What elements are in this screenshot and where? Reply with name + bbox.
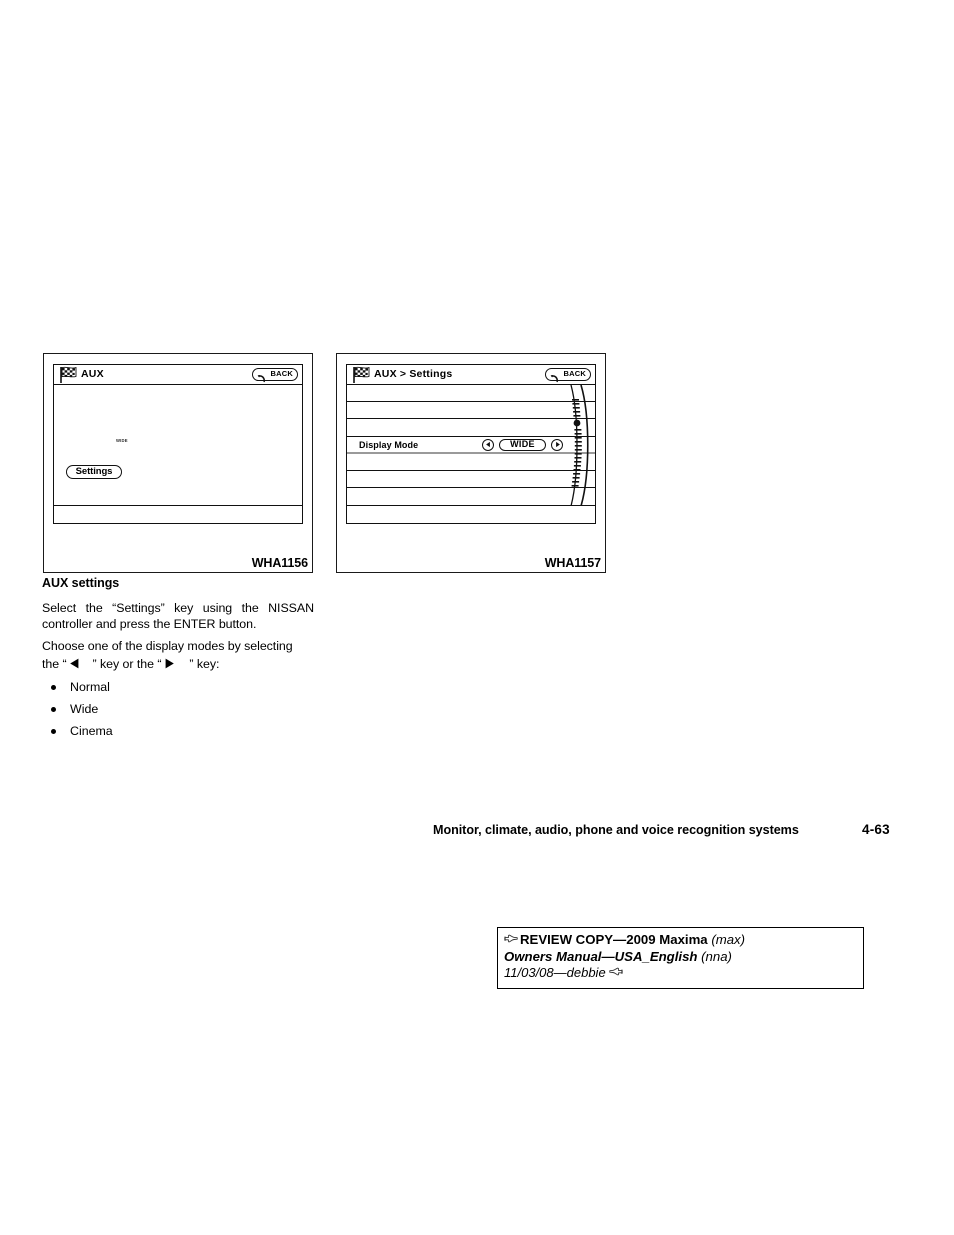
back-arrow-icon — [550, 370, 559, 383]
back-arrow-icon — [257, 370, 266, 383]
display-mode-options-list: Normal Wide Cinema — [42, 676, 314, 742]
choose-prefix: the “ — [42, 656, 67, 671]
list-row[interactable] — [347, 454, 595, 471]
footer-page-number: 4-63 — [862, 822, 890, 837]
review-manual-paren: (nna) — [701, 948, 732, 964]
figure-code-wha1157: WHA1157 — [544, 556, 601, 570]
footer-chapter-title: Monitor, climate, audio, phone and voice… — [433, 823, 799, 837]
right-arrow-icon — [163, 658, 175, 674]
left-arrow-icon — [69, 658, 81, 674]
aux-screen-title: AUX — [81, 368, 104, 380]
back-button[interactable]: BACK — [252, 367, 298, 383]
back-button-label: BACK — [563, 369, 586, 379]
display-mode-label: Display Mode — [359, 440, 419, 451]
list-item: Cinema — [42, 720, 314, 742]
review-copy-box: REVIEW COPY—2009 Maxima (max) Owners Man… — [497, 927, 864, 989]
left-arrow-key[interactable] — [482, 438, 494, 451]
review-title-caps: REVIEW COPY—2009 Maxima — [520, 932, 708, 947]
list-row[interactable] — [347, 402, 595, 420]
list-row[interactable] — [347, 471, 595, 489]
aux-flag-icon — [351, 366, 373, 384]
aux-flag-icon — [58, 366, 80, 384]
settings-device-screen: AUX > Settings BACK Display Mode WIDE — [346, 364, 596, 524]
review-line-2: Owners Manual—USA_English (nna) — [504, 949, 857, 966]
paragraph-choose-line2: the “ ” key or the “ ” key: — [42, 657, 314, 674]
right-arrow-key[interactable] — [551, 438, 563, 451]
aux-title-bar: AUX BACK — [54, 365, 302, 385]
back-button[interactable]: BACK — [545, 367, 591, 383]
review-manual-name: Owners Manual—USA_English — [504, 948, 698, 964]
pointing-hand-left-icon — [609, 966, 623, 977]
settings-screen-footer-bar — [347, 506, 595, 522]
figure-code-wha1156: WHA1156 — [251, 556, 308, 570]
review-line-3: 11/03/08—debbie — [504, 965, 857, 982]
display-mode-value: WIDE — [510, 439, 535, 450]
list-item: Wide — [42, 698, 314, 720]
choose-mid: ” key or the “ — [92, 656, 162, 671]
list-row[interactable] — [347, 488, 595, 505]
review-date-author: 11/03/08—debbie — [504, 965, 606, 980]
aux-mode-indicator: WIDE — [116, 438, 128, 443]
aux-screen-body: WIDE Settings — [54, 385, 302, 506]
list-row[interactable] — [347, 385, 595, 403]
section-heading: AUX settings — [42, 576, 120, 590]
settings-key-label: Settings — [75, 466, 113, 478]
figure-aux-screen: AUX BACK WIDE Settings WHA1156 — [43, 353, 313, 573]
settings-title-bar: AUX > Settings BACK — [347, 365, 595, 385]
list-row-display-mode[interactable]: Display Mode WIDE — [347, 437, 595, 454]
settings-screen-title: AUX > Settings — [374, 368, 453, 380]
list-row[interactable] — [347, 419, 595, 437]
pointing-hand-icon — [504, 933, 518, 944]
display-mode-value-box[interactable]: WIDE — [499, 438, 546, 452]
paragraph-choose-mode: Choose one of the display modes by selec… — [42, 639, 314, 673]
review-line-1: REVIEW COPY—2009 Maxima (max) — [504, 932, 857, 949]
settings-key-button[interactable]: Settings — [66, 465, 122, 479]
aux-screen-footer-bar — [54, 506, 302, 522]
review-title-paren: (max) — [711, 932, 746, 947]
back-button-label: BACK — [270, 369, 293, 379]
paragraph-choose-line1: Choose one of the display modes by selec… — [42, 639, 293, 653]
choose-suffix: ” key: — [189, 656, 220, 671]
paragraph-select-settings: Select the “Settings” key using the NISS… — [42, 601, 314, 631]
settings-list: Display Mode WIDE — [347, 385, 595, 506]
figure-aux-settings-screen: AUX > Settings BACK Display Mode WIDE WH… — [336, 353, 606, 573]
aux-device-screen: AUX BACK WIDE Settings — [53, 364, 303, 524]
list-item: Normal — [42, 676, 314, 698]
display-mode-control: WIDE — [482, 438, 563, 452]
